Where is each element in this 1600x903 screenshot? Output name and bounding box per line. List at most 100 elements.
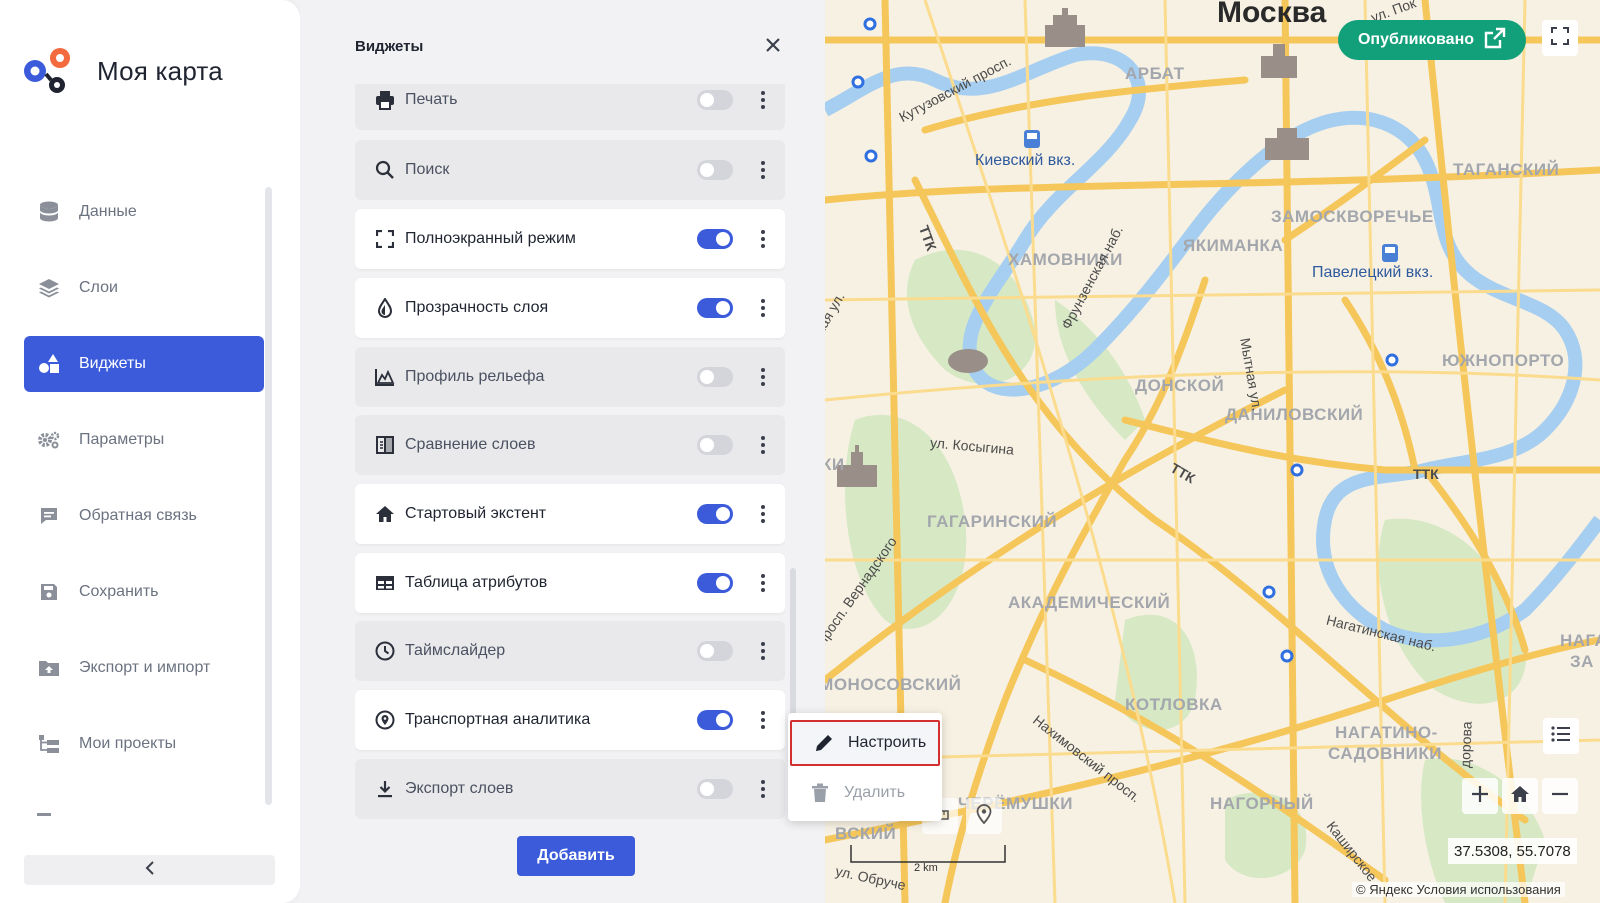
map-label-district: ДАНИЛОВСКИЙ	[1225, 405, 1364, 424]
map-label-station: Киевский вкз.	[975, 152, 1076, 169]
widget-row-opacity[interactable]: Прозрачность слоя	[355, 278, 785, 338]
gears-icon	[37, 428, 61, 452]
fullscreen-icon	[373, 227, 397, 251]
sidebar-item-data[interactable]: Данные	[24, 184, 264, 240]
widget-label: Профиль рельефа	[405, 368, 545, 385]
widget-row-start-extent[interactable]: Стартовый экстент	[355, 484, 785, 544]
widgets-panel: Виджеты Печать Поиск Полноэкранный режим…	[300, 0, 825, 903]
widget-toggle[interactable]	[697, 298, 733, 318]
widget-label: Таймслайдер	[405, 642, 506, 659]
widget-label: Полноэкранный режим	[405, 230, 576, 247]
more-options-icon[interactable]	[755, 227, 771, 251]
close-panel-button[interactable]	[762, 36, 784, 58]
widget-row-fullscreen[interactable]: Полноэкранный режим	[355, 209, 785, 269]
map-label-district: ЛОМОНОСОВСКИЙ	[825, 675, 962, 694]
map-label-street: ТТК	[1413, 466, 1439, 482]
map-label-district: КОТЛОВКА	[1125, 695, 1223, 714]
close-icon	[766, 37, 780, 57]
sidebar-scrollbar[interactable]	[265, 187, 272, 805]
map-label-district: НАГАТИНО-	[1335, 723, 1438, 742]
sidebar-item-my-projects[interactable]: Мои проекты	[24, 716, 264, 772]
widget-row-transport-analytics[interactable]: Транспортная аналитика	[355, 690, 785, 750]
search-icon	[373, 158, 397, 182]
database-icon	[37, 200, 61, 224]
zoom-in-button[interactable]	[1462, 778, 1498, 814]
map-copyright[interactable]: © Яндекс Условия использования	[1352, 882, 1565, 897]
opacity-icon	[373, 296, 397, 320]
more-options-icon[interactable]	[755, 639, 771, 663]
map-scale-label: 2 km	[914, 862, 938, 874]
map-label-district: ТАГАНСКИЙ	[1453, 160, 1560, 179]
sidebar-item-parameters[interactable]: Параметры	[24, 412, 264, 468]
widget-toggle[interactable]	[697, 710, 733, 730]
sidebar-item-save[interactable]: Сохранить	[24, 564, 264, 620]
home-icon	[1510, 785, 1530, 808]
more-options-icon[interactable]	[755, 777, 771, 801]
more-options-icon[interactable]	[755, 365, 771, 389]
widget-toggle[interactable]	[697, 160, 733, 180]
widget-row-export-layers[interactable]: Экспорт слоев	[355, 759, 785, 819]
minus-icon	[1551, 785, 1569, 808]
more-options-icon[interactable]	[755, 88, 771, 112]
widget-toggle[interactable]	[697, 641, 733, 661]
widget-row-attribute-table[interactable]: Таблица атрибутов	[355, 553, 785, 613]
widget-label: Сравнение слоев	[405, 436, 536, 453]
widget-row-search[interactable]: Поиск	[355, 140, 785, 200]
print-icon	[373, 88, 397, 112]
sidebar-item-label: Слои	[79, 279, 118, 296]
feedback-icon	[37, 504, 61, 528]
widget-toggle[interactable]	[697, 367, 733, 387]
app-title: Моя карта	[97, 56, 223, 86]
zoom-out-button[interactable]	[1542, 778, 1578, 814]
configure-menu-item[interactable]: Настроить	[790, 720, 940, 766]
panel-title: Виджеты	[355, 38, 424, 55]
widget-toggle[interactable]	[697, 435, 733, 455]
widget-toggle[interactable]	[697, 573, 733, 593]
save-icon	[37, 580, 61, 604]
map-label-district: ЯКИМАНКА	[1183, 236, 1284, 255]
widget-label: Стартовый экстент	[405, 505, 547, 522]
plus-icon	[1471, 785, 1489, 808]
sidebar-item-widgets[interactable]: Виджеты	[24, 336, 264, 392]
configure-label: Настроить	[848, 734, 927, 751]
widget-toggle[interactable]	[697, 229, 733, 249]
published-label: Опубликовано	[1357, 31, 1475, 48]
sidebar-item-feedback[interactable]: Обратная связь	[24, 488, 264, 544]
map-fullscreen-button[interactable]	[1542, 20, 1578, 56]
sidebar-item-label: Мои проекты	[79, 735, 177, 752]
published-button[interactable]: Опубликовано	[1338, 20, 1526, 60]
fullscreen-icon	[1551, 26, 1569, 50]
map-label-district: АРБАТ	[1125, 64, 1185, 83]
map-pin-button[interactable]	[966, 798, 1002, 834]
widget-label: Транспортная аналитика	[405, 711, 591, 728]
list-icon	[1551, 725, 1571, 747]
widget-toggle[interactable]	[697, 504, 733, 524]
more-options-icon[interactable]	[755, 296, 771, 320]
more-options-icon[interactable]	[755, 158, 771, 182]
sidebar-item-partial	[37, 810, 237, 818]
map-label-district: ЗА	[1570, 652, 1594, 671]
widget-row-elevation-profile[interactable]: Профиль рельефа	[355, 347, 785, 407]
widget-toggle[interactable]	[697, 779, 733, 799]
sidebar-item-export-import[interactable]: Экспорт и импорт	[24, 640, 264, 696]
clock-icon	[373, 639, 397, 663]
widget-row-compare-layers[interactable]: Сравнение слоев	[355, 415, 785, 475]
map-legend-button[interactable]	[1543, 718, 1579, 754]
sidebar-item-layers[interactable]: Слои	[24, 260, 264, 316]
widget-row-print[interactable]: Печать	[355, 84, 785, 130]
more-options-icon[interactable]	[755, 708, 771, 732]
more-options-icon[interactable]	[755, 433, 771, 457]
more-options-icon[interactable]	[755, 502, 771, 526]
home-extent-button[interactable]	[1502, 778, 1538, 814]
widget-row-timeslider[interactable]: Таймслайдер	[355, 621, 785, 681]
map-label-street: дорова	[1457, 721, 1475, 769]
add-widget-button[interactable]: Добавить	[517, 836, 635, 876]
map-label-district: ДОНСКОЙ	[1135, 376, 1225, 395]
more-options-icon[interactable]	[755, 571, 771, 595]
widget-toggle[interactable]	[697, 90, 733, 110]
sidebar-item-label: Сохранить	[79, 583, 159, 600]
collapse-sidebar-button[interactable]	[24, 855, 275, 885]
delete-menu-item[interactable]: Удалить	[788, 770, 942, 816]
map-label-district: НАГОРНЫЙ	[1210, 794, 1314, 813]
delete-label: Удалить	[844, 784, 906, 801]
